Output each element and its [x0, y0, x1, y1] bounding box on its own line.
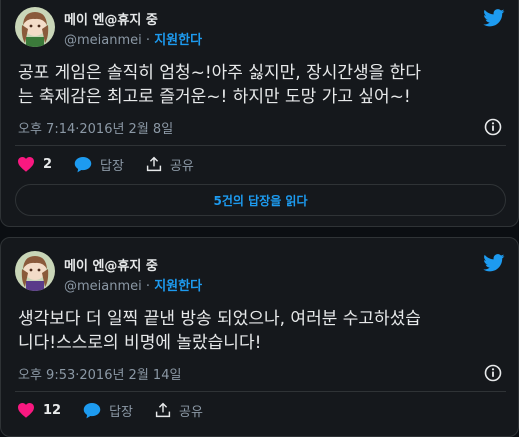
divider [15, 145, 506, 146]
action-bar: 2 답장 공유 [17, 154, 216, 174]
speech-bubble-icon [83, 402, 101, 418]
heart-icon [18, 402, 34, 418]
tweet-text: 공포 게임은 솔직히 엄청~!아주 싫지만, 장시간생을 한다 는 축제감은 최… [18, 63, 421, 107]
avatar[interactable] [15, 7, 55, 47]
tweet-text: 생각보다 더 일찍 끝낸 방송 되었으나, 여러분 수고하셨습 니다!스스로의 … [18, 309, 421, 353]
divider [15, 391, 506, 392]
follow-link[interactable]: 지원한다 [154, 279, 202, 294]
timestamp[interactable]: 오후 9:53·2016년 2월 14일 [18, 364, 181, 383]
like-count: 12 [43, 402, 62, 418]
like-count: 2 [43, 156, 53, 172]
timestamp[interactable]: 오후 7:14·2016년 2월 8일 [18, 118, 173, 137]
share-button[interactable]: 공유 [146, 155, 194, 174]
share-button[interactable]: 공유 [155, 401, 203, 420]
reply-button[interactable]: 답장 [83, 401, 133, 420]
heart-icon [18, 156, 34, 172]
handle-row: @meianmei · 지원한다 [64, 29, 202, 48]
avatar[interactable] [15, 251, 55, 291]
share-upload-icon [155, 402, 171, 418]
like-button[interactable]: 2 [17, 156, 52, 172]
user-handle[interactable]: @meianmei [64, 279, 142, 294]
share-label: 공유 [169, 158, 194, 174]
like-button[interactable]: 12 [17, 402, 61, 418]
reply-label: 답장 [100, 158, 124, 174]
reply-label: 답장 [109, 404, 134, 420]
display-name[interactable]: 메이 엔@휴지 중 [64, 9, 158, 28]
user-handle[interactable]: @meianmei [64, 33, 142, 48]
twitter-bird-icon[interactable] [483, 254, 505, 272]
speech-bubble-icon [74, 156, 92, 172]
read-replies-button[interactable]: 5건의 답장을 읽다 [15, 184, 506, 216]
info-icon[interactable] [484, 364, 502, 382]
twitter-bird-icon[interactable] [483, 9, 505, 27]
separator: · [145, 33, 151, 48]
action-bar: 12 답장 공유 [17, 400, 225, 420]
separator: · [145, 279, 151, 294]
reply-button[interactable]: 답장 [74, 155, 124, 174]
display-name[interactable]: 메이 엔@휴지 중 [64, 255, 158, 274]
share-upload-icon [146, 156, 162, 172]
tweet-card[interactable]: 메이 엔@휴지 중 @meianmei · 지원한다 공포 게임은 솔직히 엄청… [0, 0, 519, 227]
follow-link[interactable]: 지원한다 [154, 33, 202, 48]
info-icon[interactable] [484, 118, 502, 136]
share-label: 공유 [179, 404, 203, 420]
handle-row: @meianmei · 지원한다 [64, 275, 202, 294]
tweet-card[interactable]: 메이 엔@휴지 중 @meianmei · 지원한다 생각보다 더 일찍 끝낸 … [0, 237, 519, 437]
